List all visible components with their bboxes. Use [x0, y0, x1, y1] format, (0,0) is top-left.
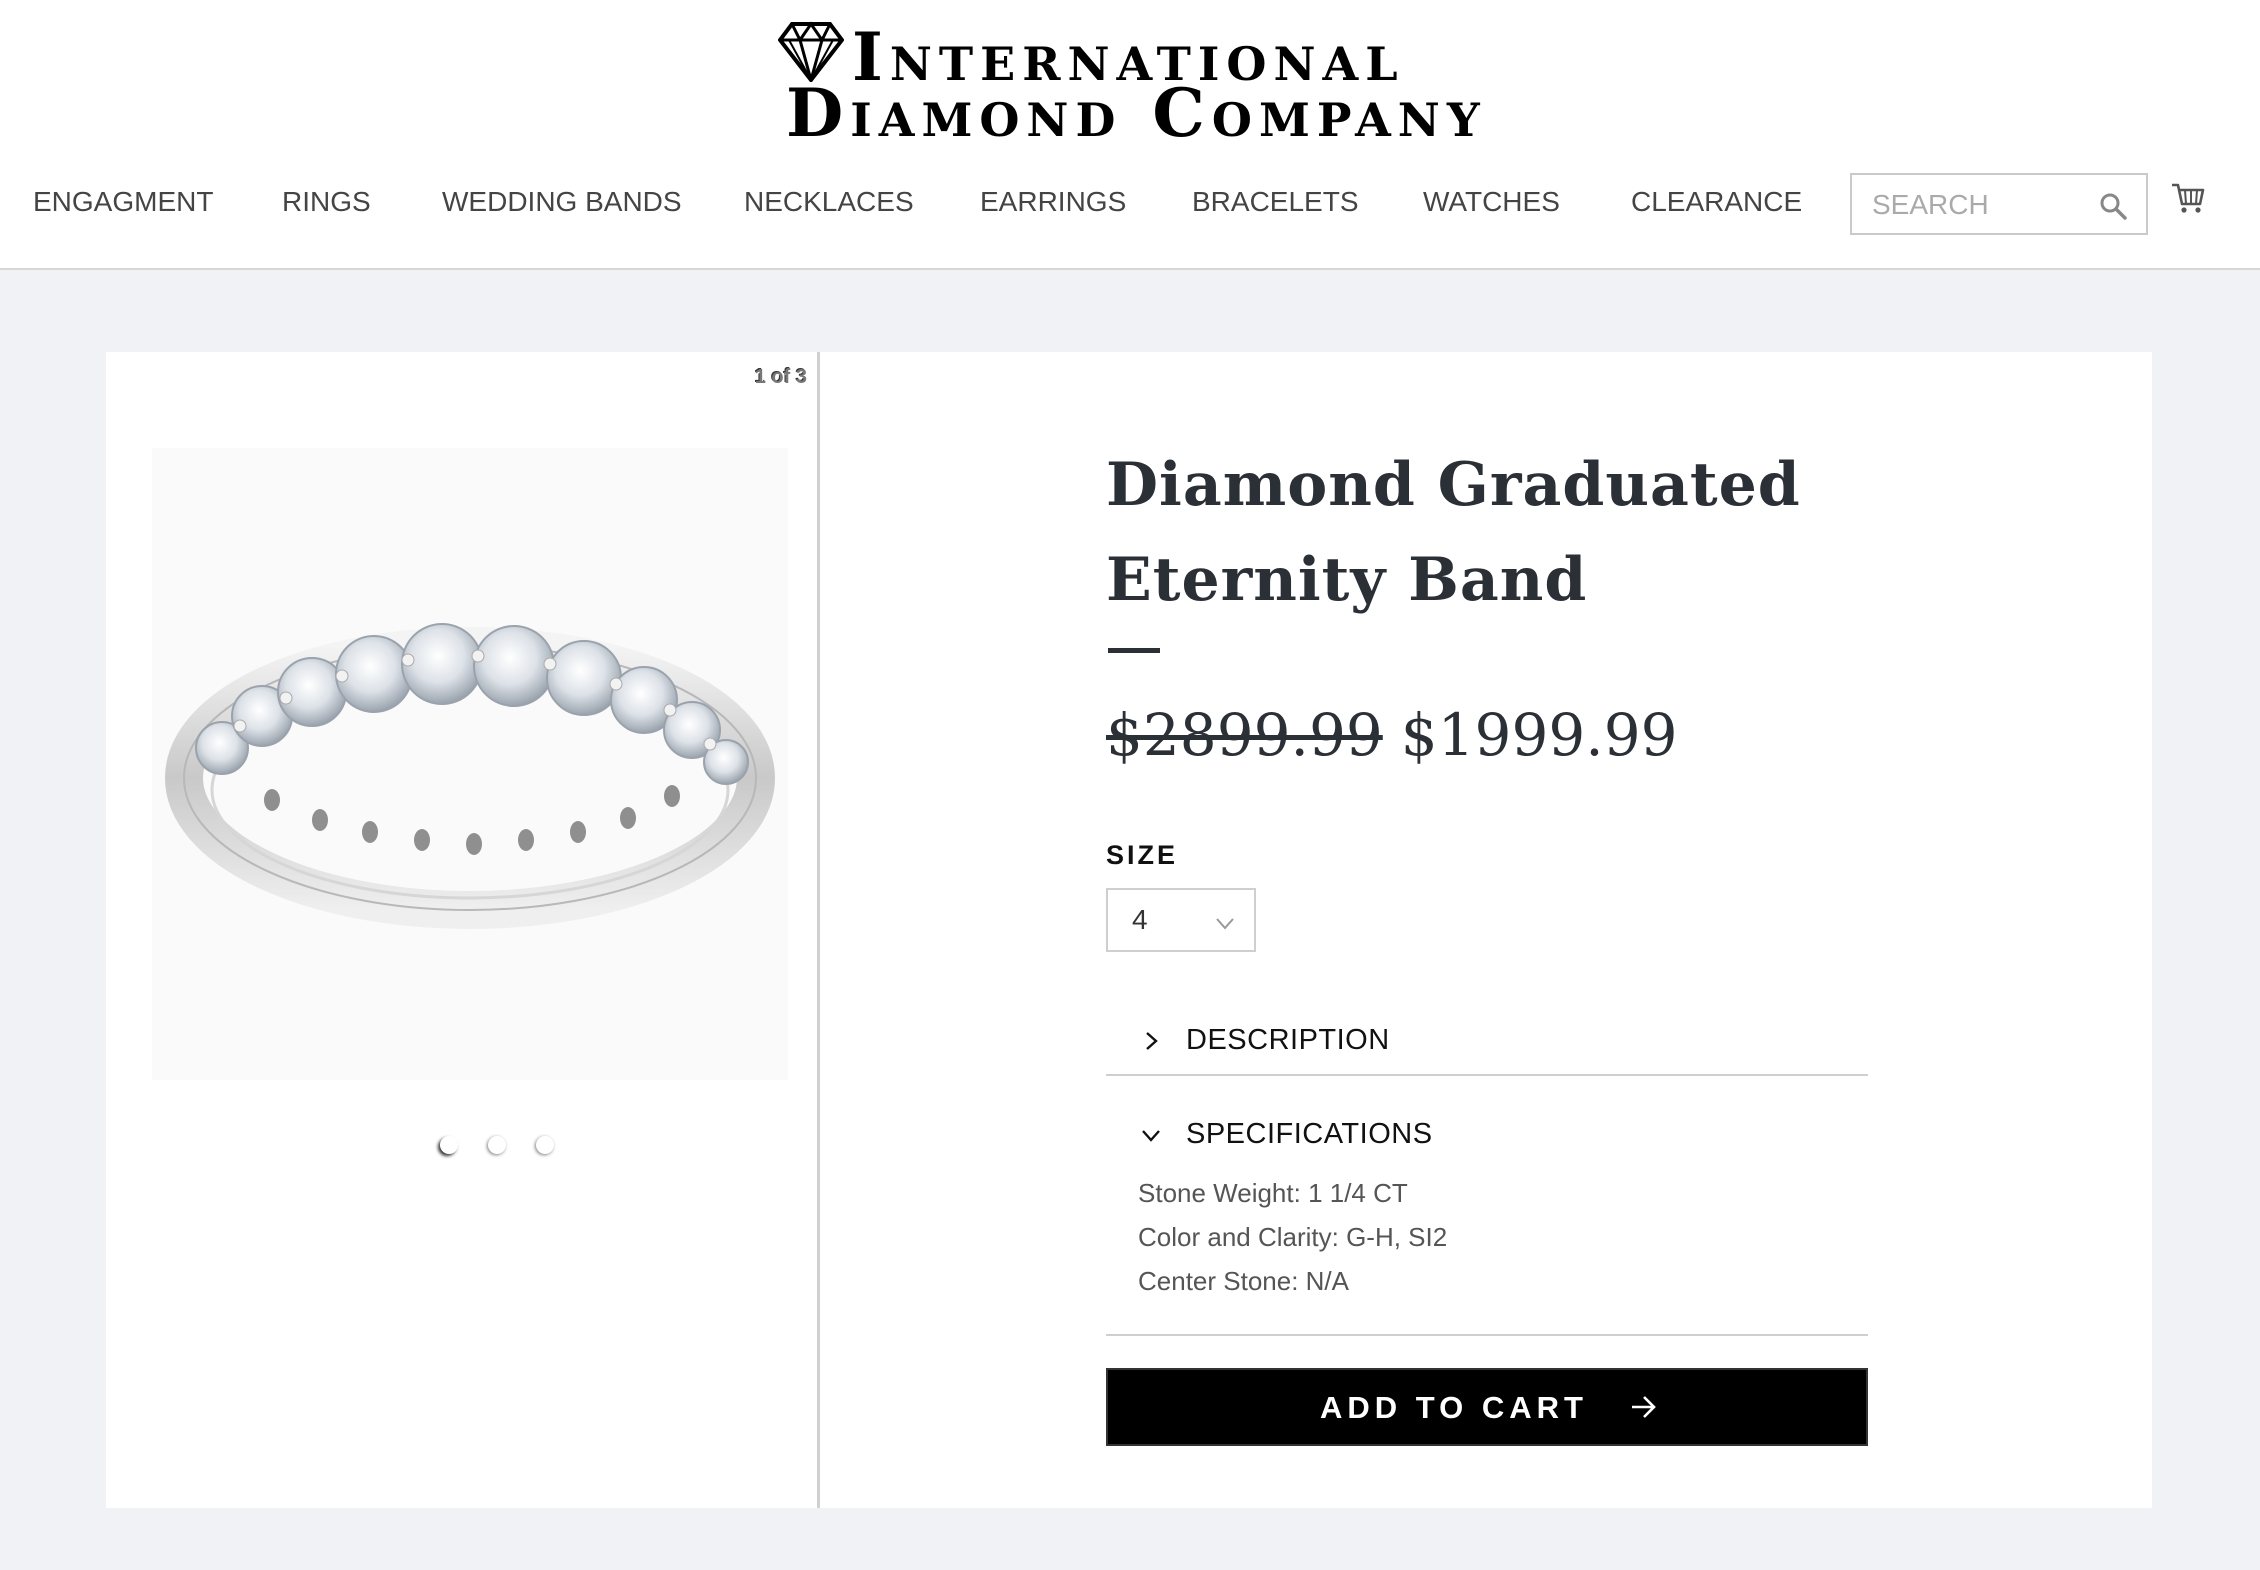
- nav-item-earrings[interactable]: EARRINGS: [980, 172, 1126, 232]
- product-title: Diamond Graduated Eternity Band: [1106, 450, 1801, 615]
- search-icon[interactable]: [2098, 191, 2128, 221]
- product-gallery: 1 of 3: [106, 352, 820, 1508]
- diamond-logo-icon: [778, 21, 844, 82]
- product-image[interactable]: [152, 448, 788, 1080]
- spec-color-clarity: Color and Clarity: G-H, SI2: [1138, 1222, 1448, 1252]
- search-box: [1850, 173, 2148, 235]
- sale-price: $1999.99: [1400, 701, 1678, 769]
- accordion-divider-2: [1106, 1334, 1868, 1336]
- chevron-down-icon: [1142, 1130, 1160, 1142]
- accordion-specifications-label: SPECIFICATIONS: [1186, 1118, 1433, 1150]
- size-label: SIZE: [1106, 840, 1179, 870]
- spec-stone-weight: Stone Weight: 1 1/4 CT: [1138, 1178, 1408, 1208]
- slide-counter: 1 of 3: [754, 366, 807, 388]
- site-header: International Diamond Company ENGAGMENT …: [0, 0, 2260, 270]
- add-to-cart-button[interactable]: ADD TO CART: [1106, 1368, 1868, 1446]
- add-to-cart-label: ADD TO CART: [1320, 1390, 1588, 1425]
- accordion-description-label: DESCRIPTION: [1186, 1024, 1390, 1056]
- size-select-value: 4: [1132, 904, 1148, 935]
- cart-icon[interactable]: [2170, 180, 2206, 216]
- accordion-specifications[interactable]: SPECIFICATIONS: [1106, 1100, 1868, 1182]
- product-card: 1 of 3 Diamond Graduated Eternity Band $…: [106, 352, 2152, 1508]
- size-select[interactable]: 4: [1106, 888, 1256, 952]
- title-divider: [1108, 648, 1160, 653]
- chevron-right-icon: [1146, 1032, 1158, 1050]
- original-price: $2899.99: [1106, 701, 1383, 769]
- spec-center-stone: Center Stone: N/A: [1138, 1266, 1349, 1296]
- nav-item-watches[interactable]: WATCHES: [1423, 172, 1560, 232]
- price-block: $2899.99 $1999.99: [1106, 690, 1678, 780]
- carousel-dot-2[interactable]: [488, 1136, 506, 1154]
- arrow-right-icon: [1632, 1396, 1656, 1418]
- nav-item-bracelets[interactable]: BRACELETS: [1192, 172, 1359, 232]
- brand-name-line2: Diamond Company: [786, 74, 1487, 152]
- carousel-dot-3[interactable]: [536, 1136, 554, 1154]
- brand-logo[interactable]: International Diamond Company: [778, 18, 1480, 148]
- accordion-divider-1: [1106, 1074, 1868, 1076]
- nav-item-rings[interactable]: RINGS: [282, 172, 371, 232]
- nav-item-clearance[interactable]: CLEARANCE: [1631, 172, 1802, 232]
- carousel-dot-1[interactable]: [440, 1136, 458, 1154]
- chevron-down-icon: [1216, 918, 1234, 930]
- main-nav: ENGAGMENT RINGS WEDDING BANDS NECKLACES …: [0, 172, 1830, 232]
- nav-item-engagment[interactable]: ENGAGMENT: [33, 172, 213, 232]
- nav-item-wedding-bands[interactable]: WEDDING BANDS: [442, 172, 682, 232]
- product-info: Diamond Graduated Eternity Band $2899.99…: [1106, 352, 1986, 1508]
- carousel-dots: [440, 1136, 560, 1160]
- eternity-band-image: [165, 623, 775, 929]
- nav-item-necklaces[interactable]: NECKLACES: [744, 172, 914, 232]
- search-input[interactable]: [1872, 183, 2092, 227]
